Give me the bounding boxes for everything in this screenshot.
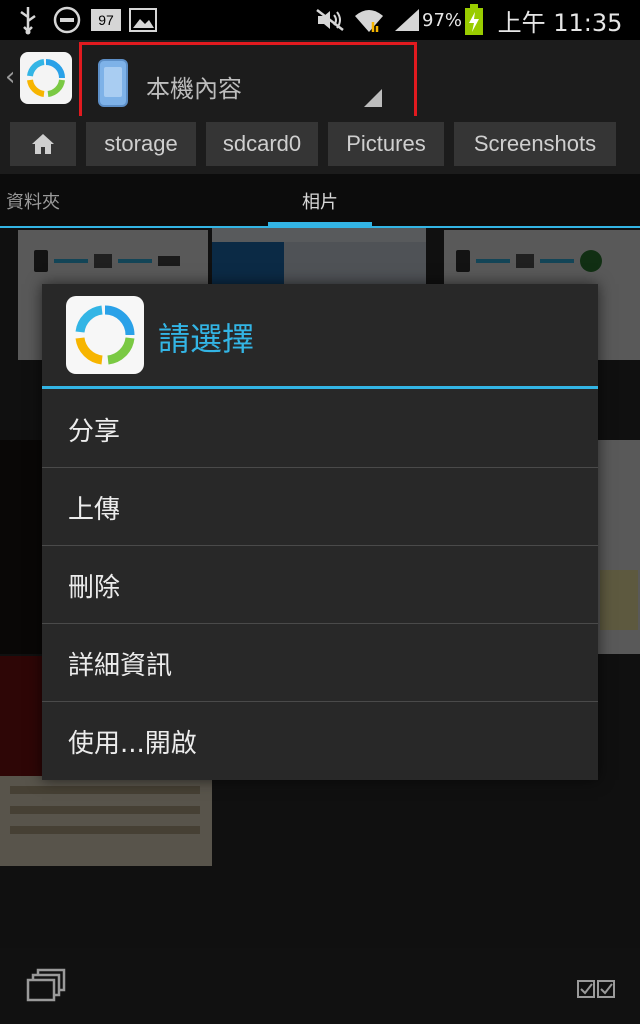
usb-icon <box>14 0 42 40</box>
phone-icon <box>98 59 128 107</box>
home-icon[interactable] <box>10 122 76 166</box>
breadcrumb-item-screenshots[interactable]: Screenshots <box>454 122 616 166</box>
choose-action-dialog: 請選擇 分享 上傳 刪除 詳細資訊 使用...開啟 <box>42 284 598 780</box>
chevron-left-icon[interactable]: ‹ <box>5 62 15 92</box>
menu-item-details[interactable]: 詳細資訊 <box>42 624 598 702</box>
dialog-header: 請選擇 <box>42 284 598 388</box>
signal-icon <box>392 0 422 40</box>
image-icon <box>128 0 158 40</box>
dropdown-triangle-icon <box>364 89 382 107</box>
menu-item-upload[interactable]: 上傳 <box>42 468 598 546</box>
notification-badge-icon: 97 <box>90 0 122 40</box>
breadcrumb-item-storage[interactable]: storage <box>86 122 196 166</box>
action-bar: ‹ 本機內容 <box>0 40 640 124</box>
menu-item-delete[interactable]: 刪除 <box>42 546 598 624</box>
mute-icon <box>314 0 346 40</box>
app-logo <box>66 296 144 374</box>
status-bar: 97 97% 上午 11:35 <box>0 0 640 40</box>
wifi-icon <box>352 0 386 40</box>
tab-bar: 資料夾 相片 <box>0 174 640 228</box>
breadcrumb-item-pictures[interactable]: Pictures <box>328 122 444 166</box>
breadcrumb: storage sdcard0 Pictures Screenshots <box>0 116 640 174</box>
tab-folders[interactable]: 資料夾 <box>6 188 60 214</box>
menu-item-share[interactable]: 分享 <box>42 390 598 468</box>
stacked-windows-icon[interactable] <box>26 968 66 1009</box>
menu-item-open-with[interactable]: 使用...開啟 <box>42 702 598 780</box>
tab-photos[interactable]: 相片 <box>302 188 338 214</box>
battery-percent: 97% <box>422 9 463 31</box>
clock: 上午 11:35 <box>497 8 623 37</box>
location-dropdown[interactable]: 本機內容 <box>79 42 417 124</box>
do-not-disturb-icon <box>52 0 82 40</box>
battery-charging-icon <box>462 0 486 40</box>
app-logo[interactable] <box>20 52 72 104</box>
bottom-bar <box>0 948 640 1024</box>
breadcrumb-item-sdcard0[interactable]: sdcard0 <box>206 122 318 166</box>
select-all-icon[interactable] <box>576 976 616 1006</box>
dialog-divider <box>42 386 598 389</box>
location-label: 本機內容 <box>146 75 242 103</box>
dialog-title: 請選擇 <box>158 320 255 358</box>
